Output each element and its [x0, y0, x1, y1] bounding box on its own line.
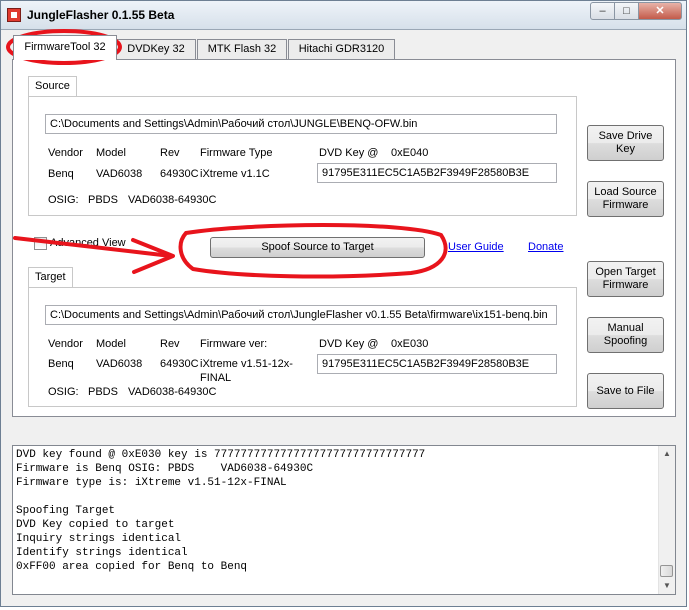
tab-firmwaretool[interactable]: FirmwareTool 32: [13, 35, 117, 60]
source-osig-vendor: PBDS: [88, 194, 118, 206]
log-output[interactable]: DVD key found @ 0xE030 key is 7777777777…: [12, 445, 676, 595]
source-dvdkey-address: 0xE040: [391, 147, 429, 159]
target-vendor-value: Benq: [48, 358, 74, 370]
source-osig-label: OSIG:: [48, 194, 79, 206]
source-model-value: VAD6038: [96, 168, 143, 180]
source-group-label: Source: [28, 76, 77, 96]
target-dvdkey-field[interactable]: 91795E311EC5C1A5B2F3949F28580B3E: [317, 354, 557, 374]
target-dvdkey-header: DVD Key @: [319, 338, 379, 350]
log-line: Spoofing Target: [16, 505, 116, 517]
load-source-firmware-line2: Firmware: [602, 199, 649, 211]
target-vendor-header: Vendor: [48, 338, 83, 350]
source-vendor-header: Vendor: [48, 147, 83, 159]
log-line: Firmware type is: iXtreme v1.51-12x-FINA…: [16, 477, 287, 489]
target-model-value: VAD6038: [96, 358, 143, 370]
target-path-field[interactable]: C:\Documents and Settings\Admin\Рабочий …: [45, 305, 557, 325]
log-line: 0xFF00 area copied for Benq to Benq: [16, 561, 248, 573]
tab-dvdkey[interactable]: DVDKey 32: [116, 39, 196, 59]
source-group: C:\Documents and Settings\Admin\Рабочий …: [28, 96, 577, 216]
target-fwtype-value-line1: iXtreme v1.51-12x-: [200, 358, 293, 370]
source-fwtype-value: iXtreme v1.1C: [200, 168, 270, 180]
log-line: DVD Key copied to target: [16, 519, 175, 531]
scrollbar-thumb[interactable]: [660, 565, 673, 577]
target-fwtype-header: Firmware ver:: [200, 338, 268, 350]
save-to-file-button[interactable]: Save to File: [587, 373, 664, 409]
maximize-button[interactable]: □: [614, 2, 639, 20]
log-line: Firmware is Benq OSIG: PBDS VAD6038-6493…: [16, 463, 314, 475]
target-osig-vendor: PBDS: [88, 386, 118, 398]
load-source-firmware-line1: Load Source: [594, 186, 657, 198]
target-rev-value: 64930C: [160, 358, 199, 370]
source-fwtype-header: Firmware Type: [200, 147, 273, 159]
target-dvdkey-address: 0xE030: [391, 338, 429, 350]
log-line: Identify strings identical: [16, 547, 188, 559]
target-rev-header: Rev: [160, 338, 180, 350]
user-guide-link[interactable]: User Guide: [448, 241, 504, 253]
source-model-header: Model: [96, 147, 126, 159]
donate-link[interactable]: Donate: [528, 241, 563, 253]
source-rev-value: 64930C: [160, 168, 199, 180]
load-source-firmware-button[interactable]: Load Source Firmware: [587, 181, 664, 217]
source-dvdkey-field[interactable]: 91795E311EC5C1A5B2F3949F28580B3E: [317, 163, 557, 183]
target-osig-label: OSIG:: [48, 386, 79, 398]
log-scrollbar[interactable]: ▲ ▼: [658, 446, 675, 594]
scroll-down-icon[interactable]: ▼: [661, 579, 673, 593]
target-model-header: Model: [96, 338, 126, 350]
advanced-view-checkbox[interactable]: [34, 237, 47, 250]
save-drive-key-button[interactable]: Save Drive Key: [587, 125, 664, 161]
app-window: JungleFlasher 0.1.55 Beta – □ ✕ Firmware…: [0, 0, 687, 607]
open-target-firmware-line2: Firmware: [602, 279, 649, 291]
firmwaretool-panel: Source C:\Documents and Settings\Admin\Р…: [12, 59, 676, 417]
source-osig-model: VAD6038-64930C: [128, 194, 217, 206]
tab-mtk-flash[interactable]: MTK Flash 32: [197, 39, 287, 59]
target-group: C:\Documents and Settings\Admin\Рабочий …: [28, 287, 577, 407]
source-vendor-value: Benq: [48, 168, 74, 180]
spoof-source-to-target-button[interactable]: Spoof Source to Target: [210, 237, 425, 258]
open-target-firmware-line1: Open Target: [595, 266, 656, 278]
open-target-firmware-button[interactable]: Open Target Firmware: [587, 261, 664, 297]
minimize-button[interactable]: –: [590, 2, 615, 20]
scroll-up-icon[interactable]: ▲: [661, 447, 673, 461]
target-fwtype-value-line2: FINAL: [200, 372, 232, 384]
app-icon: [7, 8, 21, 22]
log-line: DVD key found @ 0xE030 key is 7777777777…: [16, 449, 426, 461]
title-bar[interactable]: JungleFlasher 0.1.55 Beta – □ ✕: [1, 1, 686, 30]
target-group-label: Target: [28, 267, 73, 287]
source-path-field[interactable]: C:\Documents and Settings\Admin\Рабочий …: [45, 114, 557, 134]
manual-spoofing-button[interactable]: Manual Spoofing: [587, 317, 664, 353]
log-line: Inquiry strings identical: [16, 533, 182, 545]
manual-spoofing-line1: Manual: [607, 322, 644, 334]
advanced-view-label[interactable]: Advanced View: [50, 237, 126, 249]
manual-spoofing-line2: Spoofing: [603, 335, 648, 347]
close-button[interactable]: ✕: [638, 2, 682, 20]
source-rev-header: Rev: [160, 147, 180, 159]
window-title: JungleFlasher 0.1.55 Beta: [27, 8, 175, 22]
source-dvdkey-header: DVD Key @: [319, 147, 379, 159]
tab-hitachi[interactable]: Hitachi GDR3120: [288, 39, 395, 59]
target-osig-model: VAD6038-64930C: [128, 386, 217, 398]
